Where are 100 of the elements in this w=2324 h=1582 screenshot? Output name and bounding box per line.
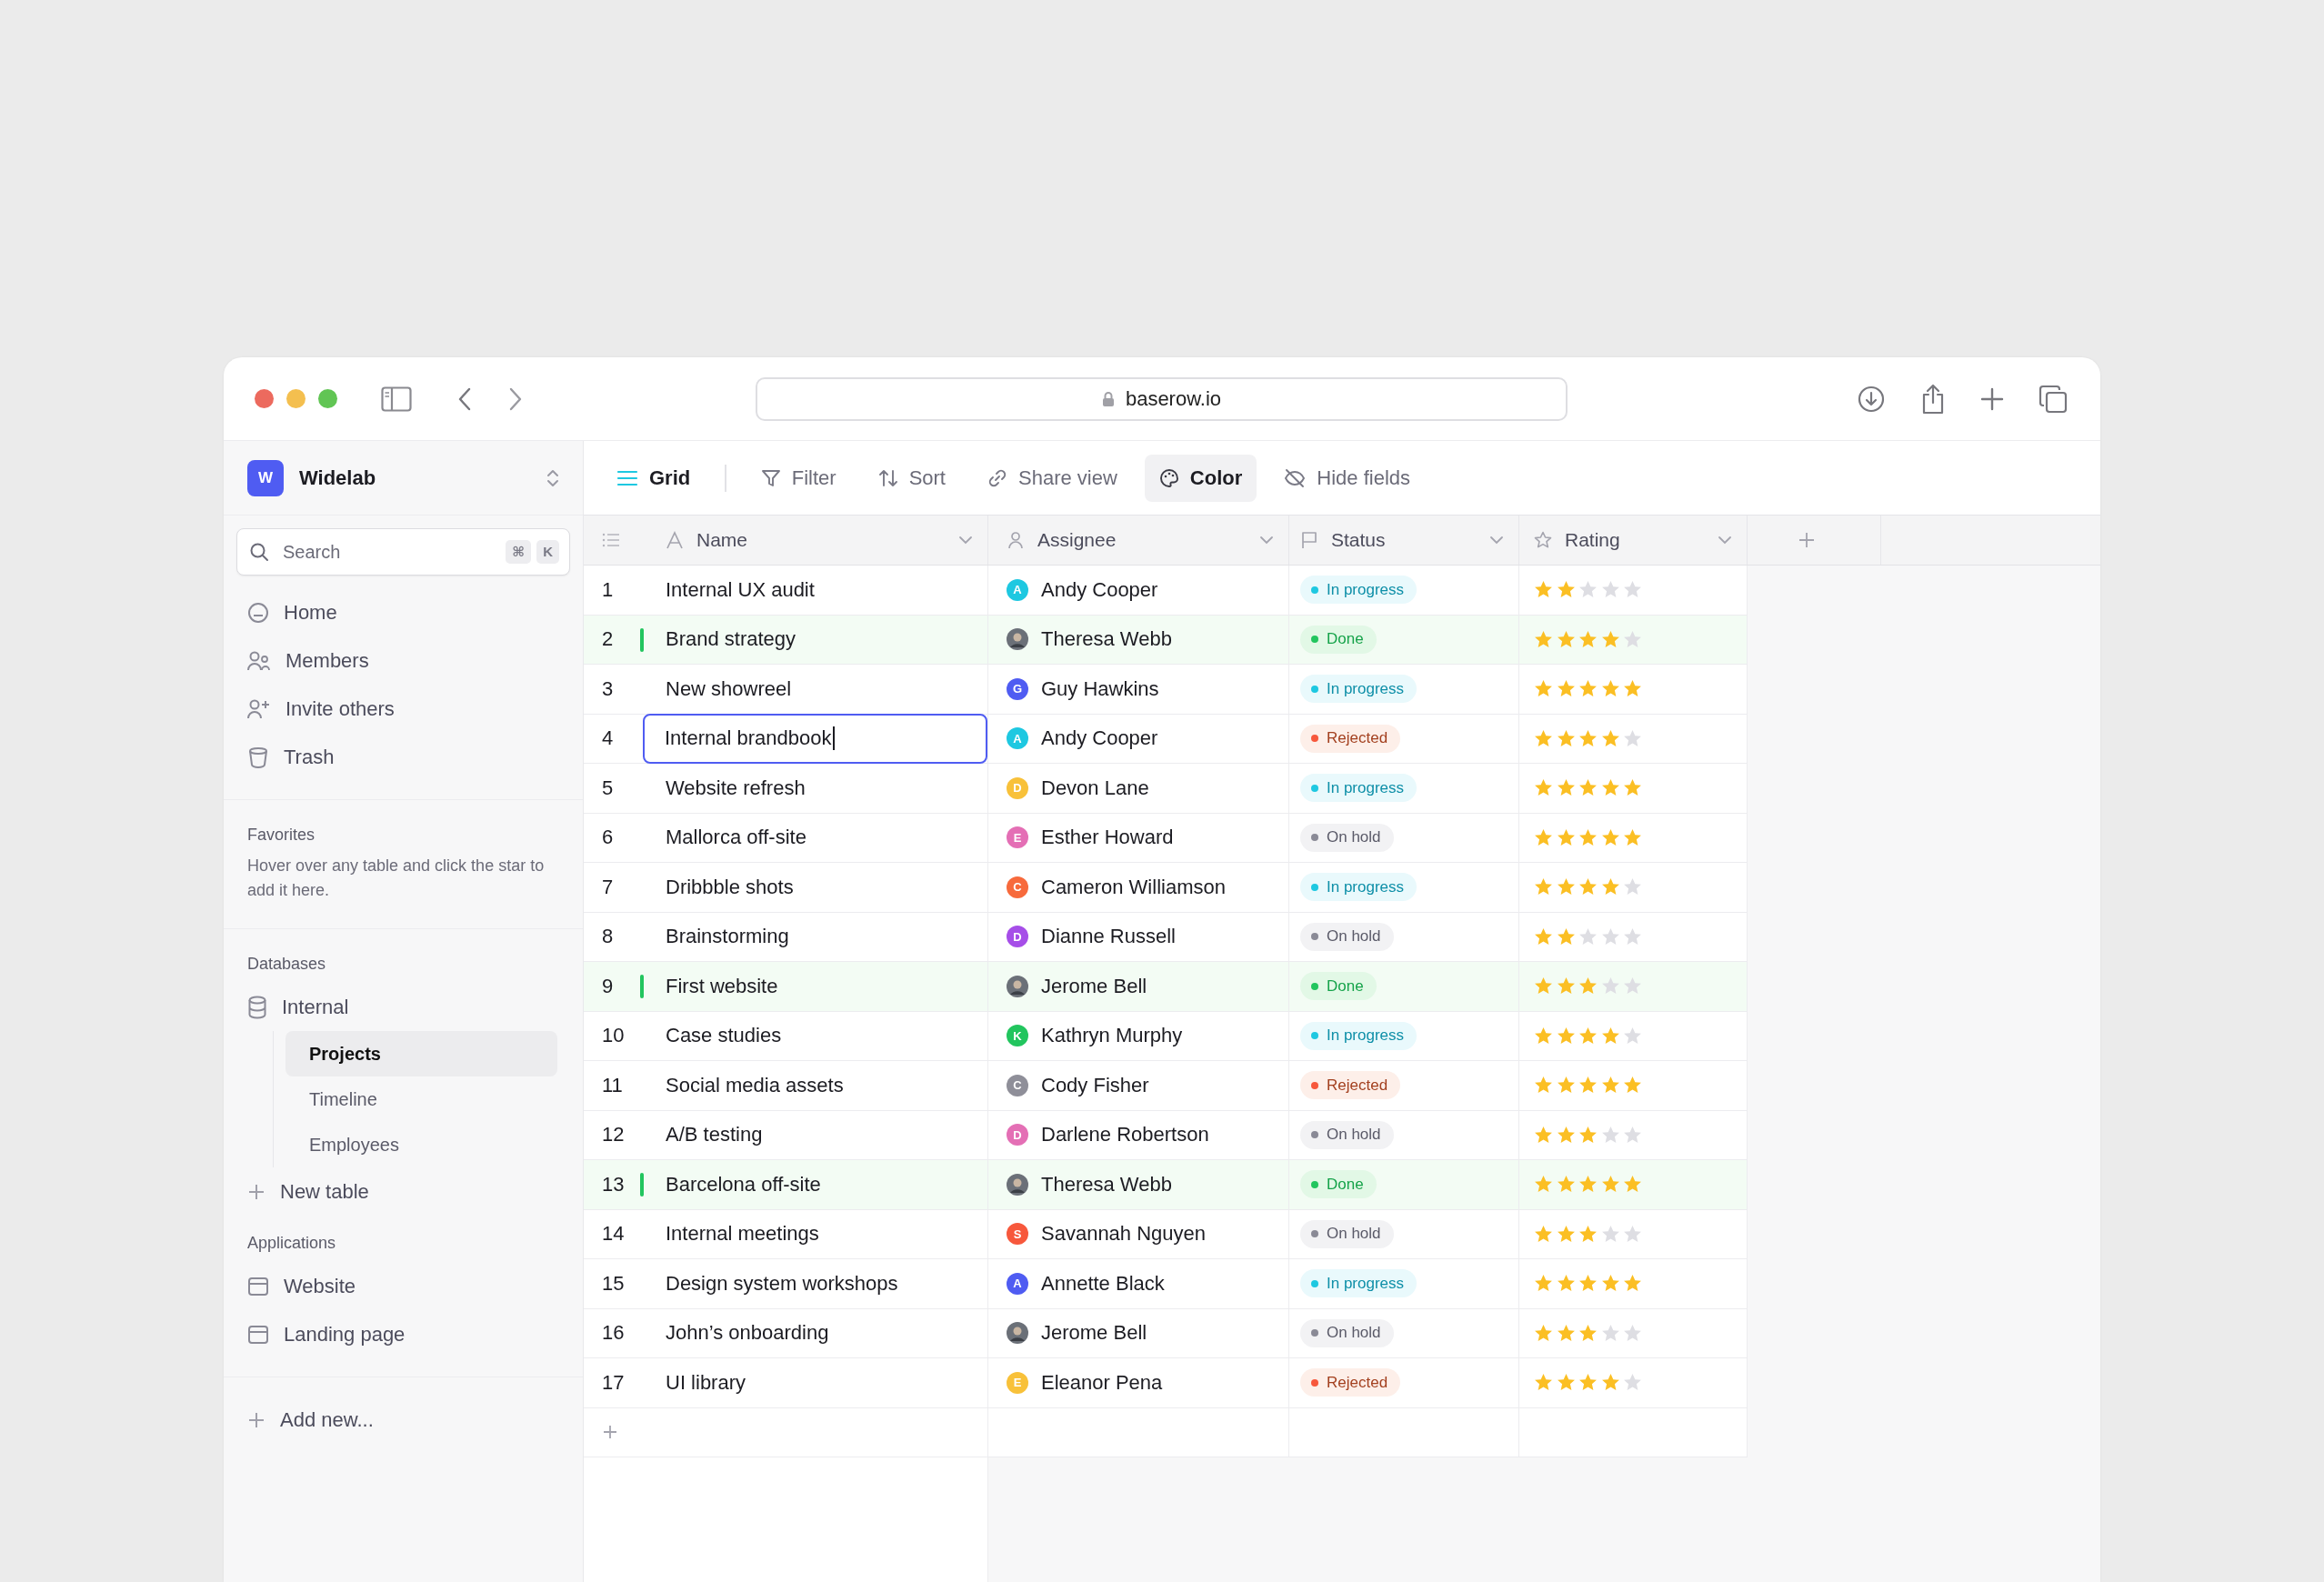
column-header[interactable]: Name [647, 516, 988, 565]
chevron-down-icon[interactable] [1718, 536, 1732, 545]
toolbar-button[interactable]: Color [1144, 454, 1257, 502]
assignee-name: Kathryn Murphy [1041, 1024, 1183, 1048]
star-rating[interactable] [1534, 1026, 1642, 1046]
forward-icon[interactable] [508, 386, 523, 411]
star-rating[interactable] [1534, 1224, 1642, 1244]
star-rating[interactable] [1534, 1125, 1642, 1145]
star-icon [1600, 827, 1620, 847]
avatar: E [1007, 826, 1028, 849]
lock-icon [1101, 390, 1115, 407]
row-number: 5 [602, 776, 614, 800]
star-icon [1623, 1026, 1642, 1046]
add-column-icon[interactable] [1798, 531, 1816, 549]
star-icon [1600, 1323, 1620, 1343]
nav-item[interactable]: Trash [236, 733, 570, 781]
star-rating[interactable] [1534, 629, 1642, 649]
nav-item[interactable]: Invite others [236, 685, 570, 733]
star-icon [1534, 1125, 1553, 1145]
avatar: D [1007, 926, 1028, 948]
new-table-button[interactable]: New table [236, 1167, 570, 1216]
chevron-down-icon[interactable] [1259, 536, 1274, 545]
status-tag: On hold [1300, 1120, 1394, 1149]
star-icon [1556, 728, 1576, 748]
toolbar-button[interactable]: Sort [863, 454, 960, 502]
star-icon [1556, 827, 1576, 847]
row-number: 4 [602, 726, 614, 751]
star-icon [1578, 1026, 1598, 1046]
table-cell: Social media assets [666, 1073, 844, 1097]
column-header[interactable]: Assignee [988, 516, 1289, 565]
address-text: baserow.io [1125, 386, 1222, 411]
status-tag: In progress [1300, 576, 1417, 605]
star-icon [1623, 827, 1642, 847]
palette-icon [1158, 467, 1179, 488]
star-rating[interactable] [1534, 827, 1642, 847]
star-icon [1556, 1224, 1576, 1244]
add-new-button[interactable]: Add new... [236, 1396, 570, 1444]
table-cell: Brand strategy [666, 627, 796, 652]
star-icon [1534, 1323, 1553, 1343]
share-icon[interactable] [1920, 383, 1946, 415]
toolbar-button[interactable]: Filter [746, 454, 851, 502]
back-icon[interactable] [457, 386, 472, 411]
table-item[interactable]: Employees [285, 1122, 557, 1167]
star-icon [1578, 1125, 1598, 1145]
tabs-icon[interactable] [2039, 384, 2068, 414]
home-icon [247, 601, 269, 624]
row-number: 2 [602, 627, 614, 652]
star-rating[interactable] [1534, 926, 1642, 946]
chevron-down-icon[interactable] [1489, 536, 1504, 545]
close-button[interactable] [255, 389, 274, 408]
assignee-name: Cody Fisher [1041, 1073, 1149, 1097]
workspace-name[interactable]: Widelab [299, 466, 376, 490]
star-icon [1556, 1026, 1576, 1046]
application-item[interactable]: Website [236, 1262, 570, 1310]
cell-editor-field[interactable]: Internal brandbook [643, 713, 987, 764]
star-rating[interactable] [1534, 1323, 1642, 1343]
grid-view-button[interactable]: Grid [616, 454, 706, 502]
download-icon[interactable] [1857, 384, 1886, 414]
star-icon [1578, 926, 1598, 946]
browser-window-icon [247, 1276, 269, 1297]
avatar-icon [1007, 975, 1028, 997]
chevron-down-icon[interactable] [958, 536, 973, 545]
star-icon [1578, 827, 1598, 847]
star-icon [1578, 1224, 1598, 1244]
table-item[interactable]: Projects [285, 1031, 557, 1076]
toolbar-button[interactable]: Share view [973, 454, 1132, 502]
link-icon [987, 467, 1007, 488]
maximize-button[interactable] [318, 389, 337, 408]
nav-item[interactable]: Members [236, 636, 570, 685]
assignee-name: Darlene Robertson [1041, 1123, 1209, 1147]
toolbar-button[interactable]: Hide fields [1269, 454, 1425, 502]
status-tag: Done [1300, 1170, 1377, 1199]
database-item[interactable]: Internal [236, 983, 570, 1031]
star-icon [1623, 728, 1642, 748]
table-cell: John’s onboarding [666, 1321, 829, 1346]
star-rating[interactable] [1534, 728, 1642, 748]
sidebar-toggle-icon[interactable] [381, 385, 412, 412]
address-bar[interactable]: baserow.io [756, 376, 1568, 421]
table-cell: Barcelona off-site [666, 1172, 821, 1197]
star-icon [1578, 728, 1598, 748]
avatar-icon [1007, 1322, 1028, 1345]
add-row-icon[interactable] [602, 1424, 618, 1441]
text-type-icon [666, 531, 684, 549]
star-icon [1600, 1125, 1620, 1145]
nav-item[interactable]: Home [236, 588, 570, 636]
row-color-bar [640, 627, 644, 652]
status-tag: In progress [1300, 873, 1417, 902]
table-cell: Case studies [666, 1024, 782, 1048]
minimize-button[interactable] [286, 389, 306, 408]
row-number: 15 [602, 1271, 625, 1296]
table-item[interactable]: Timeline [285, 1076, 557, 1122]
column-header[interactable]: Status [1289, 516, 1519, 565]
new-tab-icon[interactable] [1980, 386, 2004, 411]
status-tag: In progress [1300, 1269, 1417, 1298]
chevron-up-down-icon[interactable] [546, 467, 559, 488]
assignee-name: Jerome Bell [1041, 974, 1147, 998]
application-item[interactable]: Landing page [236, 1310, 570, 1358]
table-cell: Dribbble shots [666, 875, 794, 899]
column-header[interactable]: Rating [1519, 516, 1748, 565]
status-tag: Rejected [1300, 1368, 1401, 1397]
